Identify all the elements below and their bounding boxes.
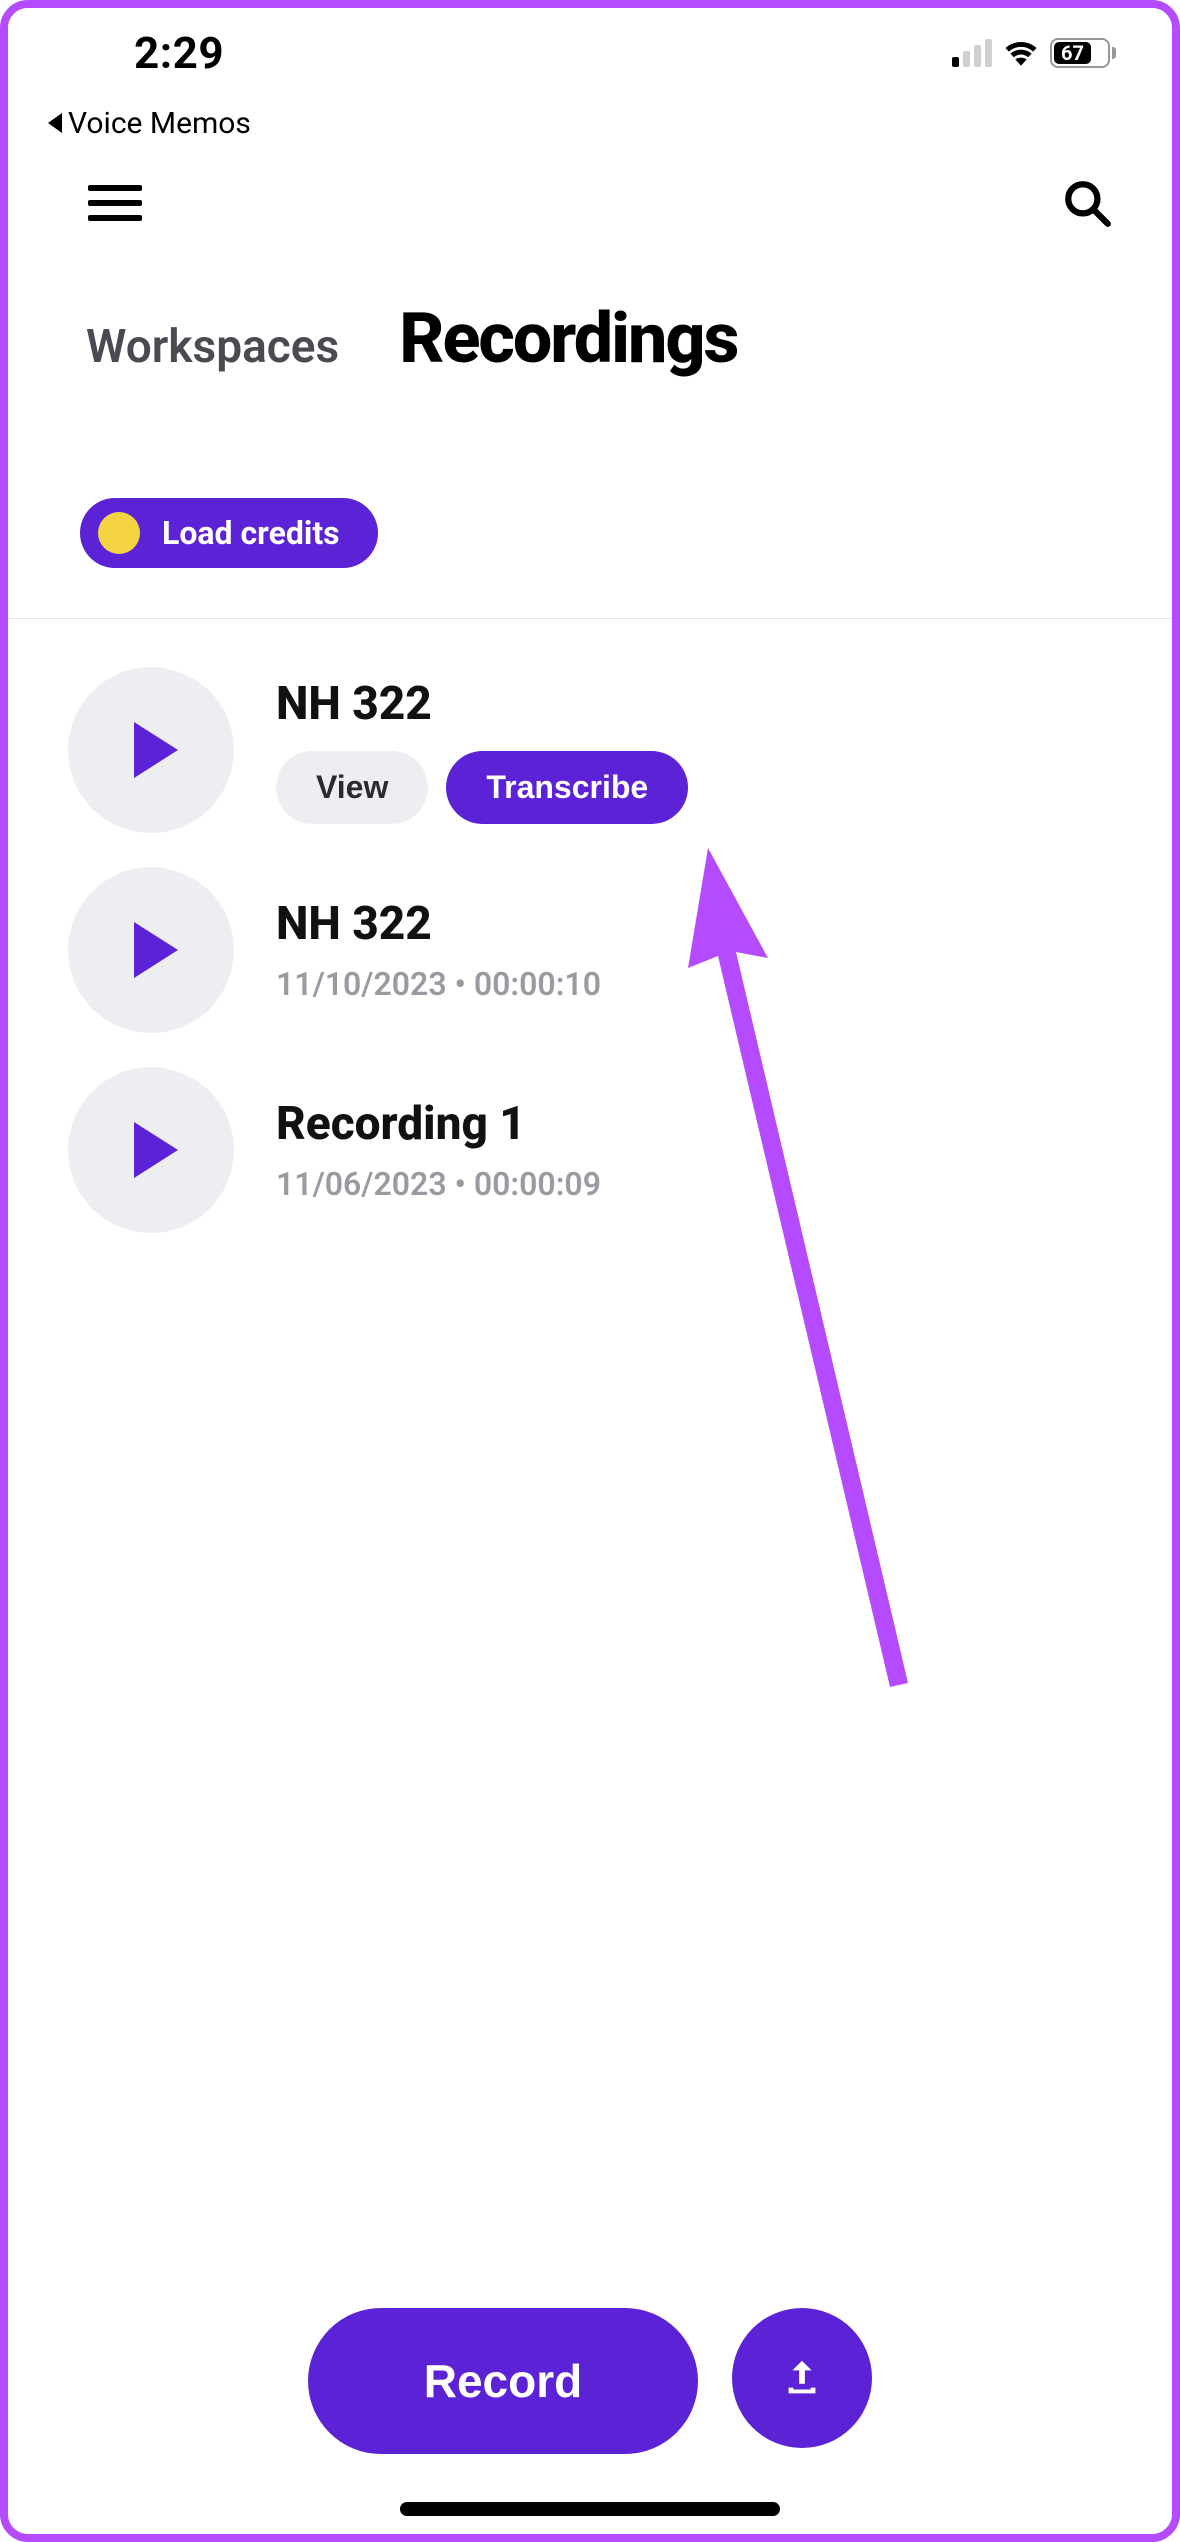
play-icon [134,722,178,778]
recording-body: NH 322 View Transcribe [276,677,688,824]
recording-title: NH 322 [276,897,601,951]
play-icon [134,1122,178,1178]
recording-item[interactable]: NH 322 View Transcribe [68,667,1112,833]
credits-dot-icon [98,512,140,554]
play-button[interactable] [68,867,234,1033]
back-caret-icon [48,113,62,133]
battery-level: 67 [1054,42,1091,64]
recording-actions: View Transcribe [276,751,688,824]
play-button[interactable] [68,1067,234,1233]
cellular-icon [952,39,992,67]
back-to-app-label: Voice Memos [68,106,251,141]
bottom-bar: Record [8,2308,1172,2454]
recording-body: NH 322 11/10/2023 • 00:00:10 [276,897,601,1003]
back-to-app-button[interactable]: Voice Memos [8,98,1172,148]
recording-meta: 11/10/2023 • 00:00:10 [276,965,601,1003]
search-icon[interactable] [1062,178,1112,228]
transcribe-button[interactable]: Transcribe [446,751,688,824]
recording-meta: 11/06/2023 • 00:00:09 [276,1165,601,1203]
upload-button[interactable] [732,2308,872,2448]
status-time: 2:29 [134,27,224,79]
recording-item[interactable]: NH 322 11/10/2023 • 00:00:10 [68,867,1112,1033]
recording-title: Recording 1 [276,1097,601,1151]
wifi-icon [1004,40,1038,66]
recording-title: NH 322 [276,677,688,731]
load-credits-label: Load credits [162,514,340,552]
load-credits-button[interactable]: Load credits [80,498,378,568]
recording-item[interactable]: Recording 1 11/06/2023 • 00:00:09 [68,1067,1112,1233]
status-bar: 2:29 67 [8,8,1172,98]
status-right: 67 [952,38,1116,68]
play-icon [134,922,178,978]
screen: 2:29 67 Voice [8,8,1172,2534]
home-indicator[interactable] [400,2502,780,2516]
app-bar [8,148,1172,258]
upload-icon [779,2355,825,2401]
page-title: Recordings [399,298,737,380]
credits-row: Load credits [8,458,1172,618]
view-button[interactable]: View [276,751,428,824]
title-row: Workspaces Recordings [8,258,1172,458]
record-button[interactable]: Record [308,2308,698,2454]
recording-body: Recording 1 11/06/2023 • 00:00:09 [276,1097,601,1203]
play-button[interactable] [68,667,234,833]
battery-icon: 67 [1050,38,1116,68]
recordings-list: NH 322 View Transcribe NH 322 11/10/2023… [8,619,1172,1233]
menu-icon[interactable] [88,185,142,221]
device-frame: 2:29 67 Voice [0,0,1180,2542]
tab-workspaces[interactable]: Workspaces [86,320,339,374]
